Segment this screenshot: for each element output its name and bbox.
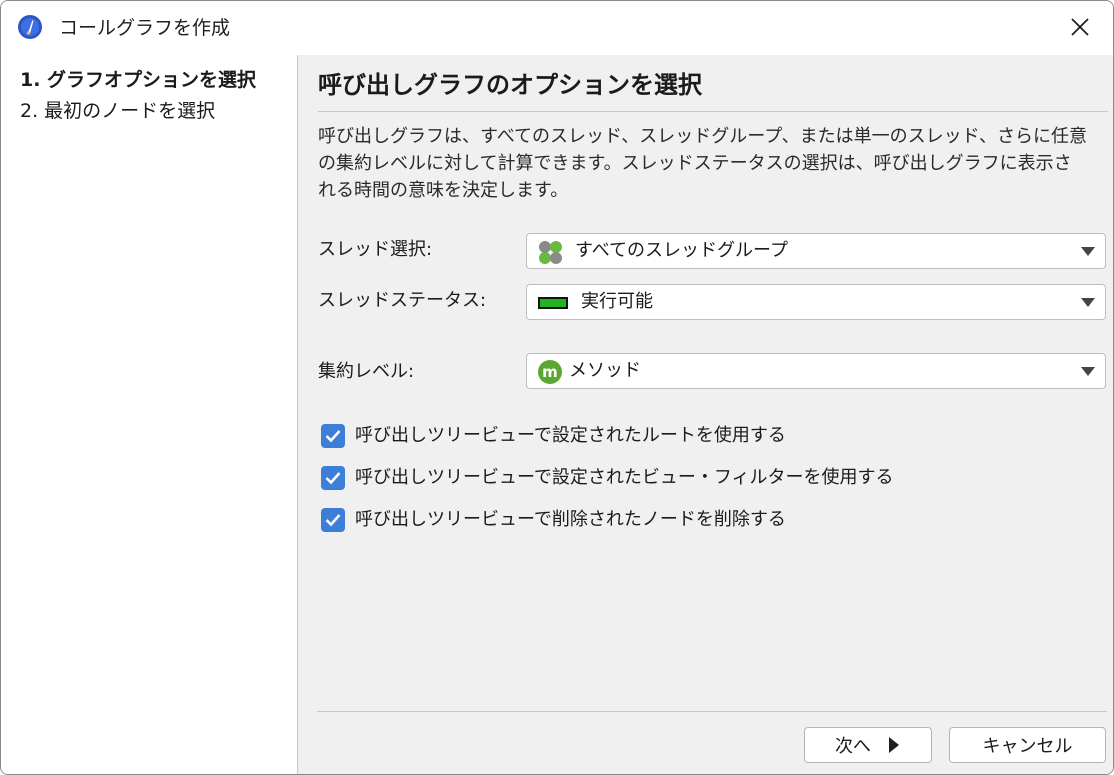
description-text: 呼び出しグラフは、すべてのスレッド、スレッドグループ、または単一のスレッド、さら… — [318, 126, 1087, 201]
aggregation-level-label: 集約レベル: — [318, 361, 415, 382]
svg-text:m: m — [542, 363, 558, 381]
thread-selection-value: すべてのスレッドグループ — [575, 240, 788, 261]
heading-divider — [318, 111, 1108, 112]
use-root-checkbox-row[interactable]: 呼び出しツリービューで設定されたルートを使用する — [321, 422, 786, 450]
thread-status-label: スレッドステータス: — [318, 290, 487, 311]
close-button[interactable] — [1065, 12, 1095, 42]
use-view-filter-checkbox-row[interactable]: 呼び出しツリービューで設定されたビュー・フィルターを使用する — [321, 464, 894, 492]
wizard-steps-panel: 1. グラフオプションを選択 2. 最初のノードを選択 — [1, 55, 298, 774]
chevron-down-icon — [1081, 367, 1095, 376]
footer-divider — [317, 711, 1107, 712]
thread-status-dropdown[interactable]: 実行可能 — [526, 284, 1106, 320]
main-panel: 呼び出しグラフのオプションを選択 呼び出しグラフは、すべてのスレッド、スレッドグ… — [299, 55, 1113, 774]
window-title: コールグラフを作成 — [59, 17, 231, 39]
dialog-window: コールグラフを作成 1. グラフオプションを選択 2. 最初のノードを選択 呼び… — [0, 0, 1114, 775]
method-icon: m — [538, 360, 562, 384]
next-button[interactable]: 次へ — [804, 727, 932, 763]
use-root-label: 呼び出しツリービューで設定されたルートを使用する — [355, 425, 786, 446]
thread-groups-icon — [538, 240, 562, 264]
remove-deleted-nodes-checkbox[interactable] — [321, 508, 345, 532]
step-1-select-graph-options: 1. グラフオプションを選択 — [20, 69, 257, 91]
use-root-checkbox[interactable] — [321, 424, 345, 448]
checkmark-icon — [325, 472, 341, 485]
step-2-select-initial-node: 2. 最初のノードを選択 — [20, 100, 216, 122]
thread-selection-dropdown[interactable]: すべてのスレッドグループ — [526, 233, 1106, 269]
thread-selection-label: スレッド選択: — [318, 239, 433, 260]
checkmark-icon — [325, 430, 341, 443]
next-button-label: 次へ — [835, 736, 871, 757]
thread-status-value: 実行可能 — [581, 291, 653, 312]
title-bar: コールグラフを作成 — [1, 1, 1113, 55]
cancel-button-label: キャンセル — [982, 736, 1073, 757]
chevron-down-icon — [1081, 247, 1095, 256]
remove-deleted-nodes-checkbox-row[interactable]: 呼び出しツリービューで削除されたノードを削除する — [321, 506, 786, 534]
runnable-status-icon — [538, 291, 568, 315]
cancel-button[interactable]: キャンセル — [949, 727, 1106, 763]
aggregation-level-value: メソッド — [569, 360, 641, 381]
chevron-down-icon — [1081, 298, 1095, 307]
use-view-filter-label: 呼び出しツリービューで設定されたビュー・フィルターを使用する — [355, 467, 894, 488]
close-icon — [1071, 18, 1089, 36]
page-title: 呼び出しグラフのオプションを選択 — [318, 71, 702, 99]
use-view-filter-checkbox[interactable] — [321, 466, 345, 490]
checkmark-icon — [325, 514, 341, 527]
aggregation-level-dropdown[interactable]: m メソッド — [526, 353, 1106, 389]
app-logo-icon — [17, 14, 43, 40]
arrow-right-icon — [889, 737, 899, 753]
remove-deleted-nodes-label: 呼び出しツリービューで削除されたノードを削除する — [355, 509, 786, 530]
